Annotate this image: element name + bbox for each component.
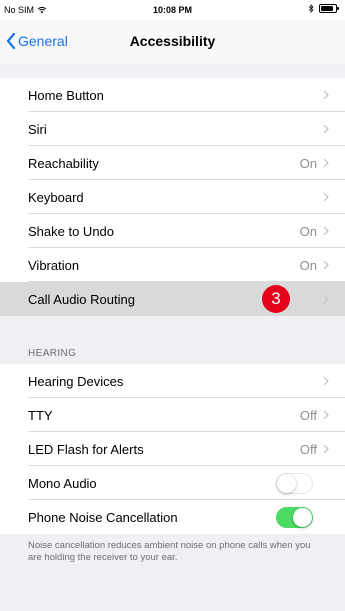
row-label: Vibration: [28, 257, 80, 273]
row-value: On: [299, 155, 317, 171]
row-home-button[interactable]: Home Button: [0, 78, 345, 112]
chevron-right-icon: [323, 260, 329, 270]
chevron-right-icon: [323, 158, 329, 168]
row-value: On: [299, 257, 317, 273]
chevron-right-icon: [323, 192, 329, 202]
battery-fill: [321, 6, 333, 11]
page-title: Accessibility: [129, 33, 216, 49]
row-label: Keyboard: [28, 189, 84, 205]
status-time: 10:08 PM: [152, 5, 193, 15]
row-call-audio-routing[interactable]: Call Audio Routing 3: [0, 282, 345, 316]
chevron-right-icon: [323, 410, 329, 420]
row-label: Hearing Devices: [28, 373, 124, 389]
chevron-right-icon: [323, 376, 329, 386]
row-led-flash[interactable]: LED Flash for Alerts Off: [0, 432, 345, 466]
toggle-knob: [293, 508, 312, 527]
section-header-hearing: HEARING: [28, 348, 77, 359]
row-label: Siri: [28, 121, 47, 137]
row-label: LED Flash for Alerts: [28, 441, 144, 457]
row-value: Off: [299, 441, 317, 457]
row-vibration[interactable]: Vibration On: [0, 248, 345, 282]
row-phone-noise-cancellation: Phone Noise Cancellation: [0, 500, 345, 534]
row-reachability[interactable]: Reachability On: [0, 146, 345, 180]
row-value: On: [299, 223, 317, 239]
row-value: Off: [299, 407, 317, 423]
row-label: Phone Noise Cancellation: [28, 509, 178, 525]
row-siri[interactable]: Siri: [0, 112, 345, 146]
row-label: TTY: [28, 407, 53, 423]
row-label: Reachability: [28, 155, 99, 171]
row-label: Shake to Undo: [28, 223, 115, 239]
row-keyboard[interactable]: Keyboard: [0, 180, 345, 214]
chevron-right-icon: [323, 294, 329, 304]
status-right: [308, 4, 339, 13]
row-shake-to-undo[interactable]: Shake to Undo On: [0, 214, 345, 248]
row-tty[interactable]: TTY Off: [0, 398, 345, 432]
navigation-bar: General Accessibility: [0, 20, 345, 64]
row-mono-audio: Mono Audio: [0, 466, 345, 500]
battery-icon: [319, 4, 339, 13]
mono-audio-toggle[interactable]: [276, 473, 313, 494]
chevron-right-icon: [323, 124, 329, 134]
noise-cancellation-footer: Noise cancellation reduces ambient noise…: [28, 540, 311, 563]
chevron-right-icon: [323, 444, 329, 454]
chevron-right-icon: [323, 226, 329, 236]
noise-cancellation-toggle[interactable]: [276, 507, 313, 528]
row-hearing-devices[interactable]: Hearing Devices: [0, 364, 345, 398]
row-label: Home Button: [28, 87, 104, 103]
row-label: Mono Audio: [28, 475, 97, 491]
chevron-right-icon: [323, 90, 329, 100]
bluetooth-icon: [308, 4, 314, 13]
step-badge: 3: [262, 285, 290, 313]
status-bar: No SIM 10:08 PM: [0, 0, 345, 20]
toggle-knob: [277, 474, 296, 493]
row-label: Call Audio Routing: [28, 291, 135, 307]
